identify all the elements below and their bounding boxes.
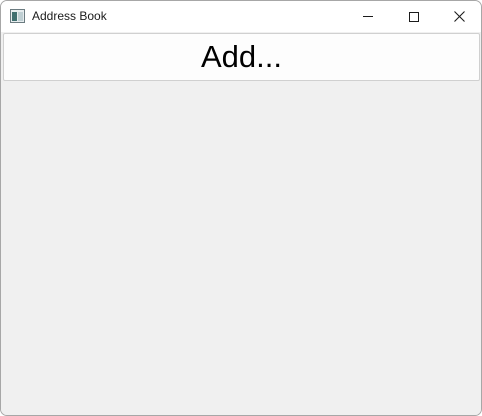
address-book-window: Address Book Add... <box>0 0 482 416</box>
address-book-app-icon <box>10 9 25 23</box>
app-icon-right-pane <box>18 12 23 21</box>
maximize-icon <box>409 11 419 22</box>
close-button[interactable] <box>436 1 481 32</box>
add-button[interactable]: Add... <box>3 33 480 81</box>
title-bar[interactable]: Address Book <box>1 1 481 32</box>
maximize-button[interactable] <box>391 1 437 32</box>
minimize-button[interactable] <box>345 1 391 32</box>
minimize-icon <box>363 16 373 17</box>
close-icon <box>453 11 465 22</box>
app-icon-left-pane <box>12 12 17 21</box>
main-content-area: Add... <box>1 32 481 415</box>
window-title: Address Book <box>32 9 107 23</box>
